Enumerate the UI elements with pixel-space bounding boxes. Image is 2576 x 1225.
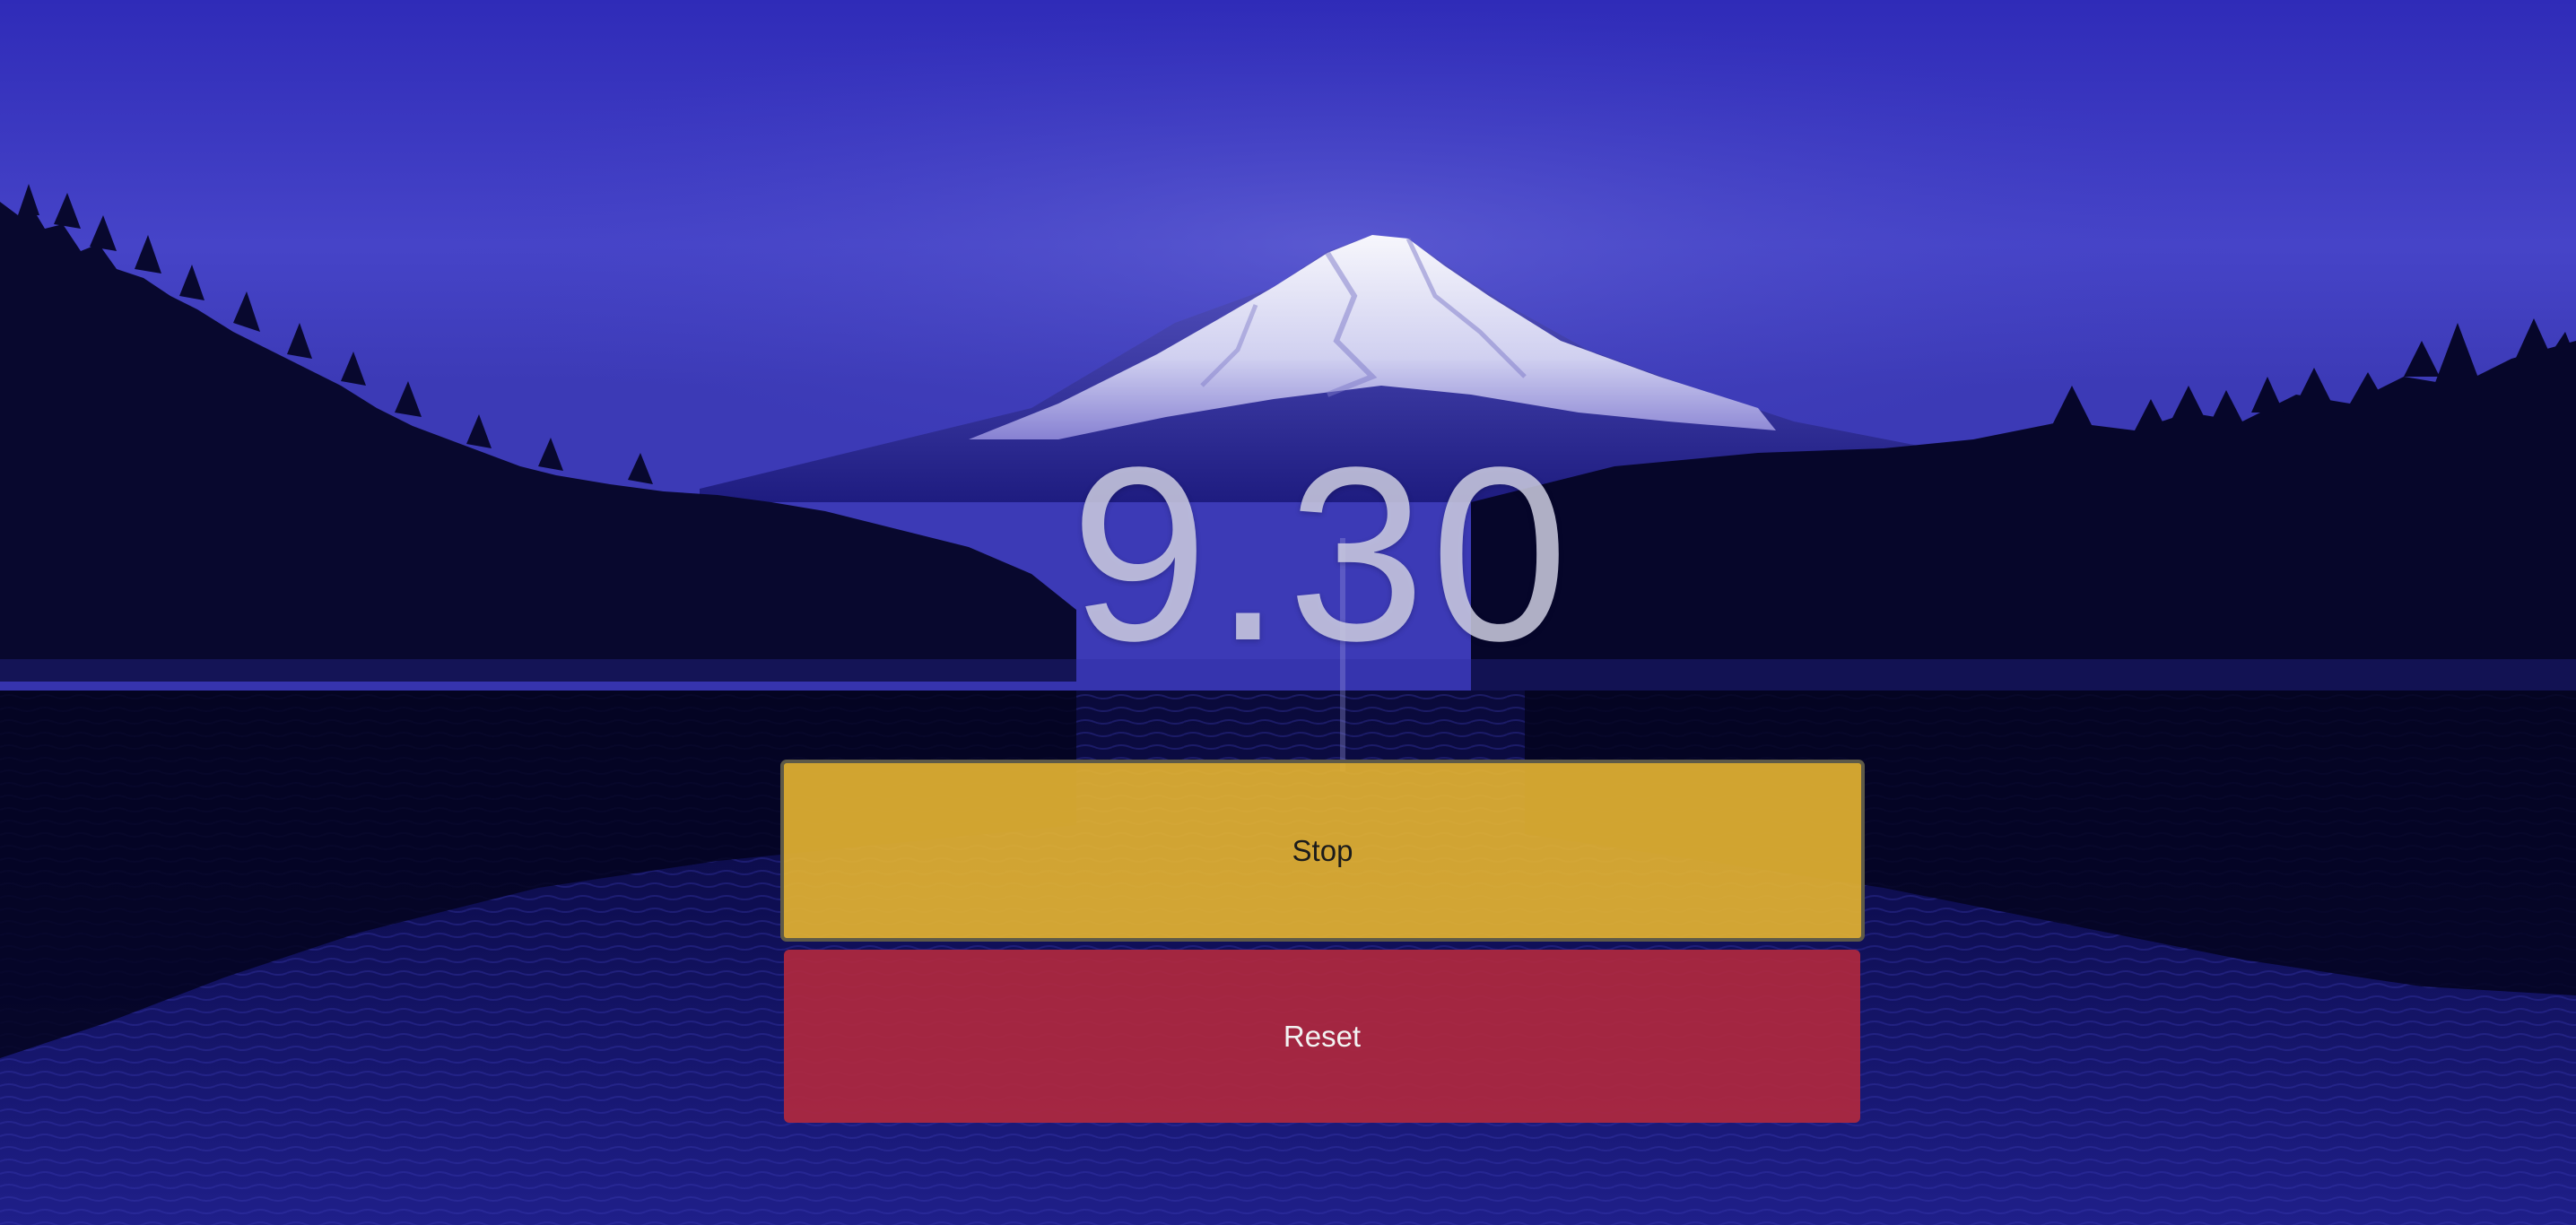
reset-button[interactable]: Reset xyxy=(784,950,1860,1123)
reset-button-label: Reset xyxy=(1283,1019,1362,1053)
stop-button[interactable]: Stop xyxy=(780,760,1865,942)
stop-button-label: Stop xyxy=(1292,833,1353,867)
timer-display: 9.30 xyxy=(1070,416,1574,692)
